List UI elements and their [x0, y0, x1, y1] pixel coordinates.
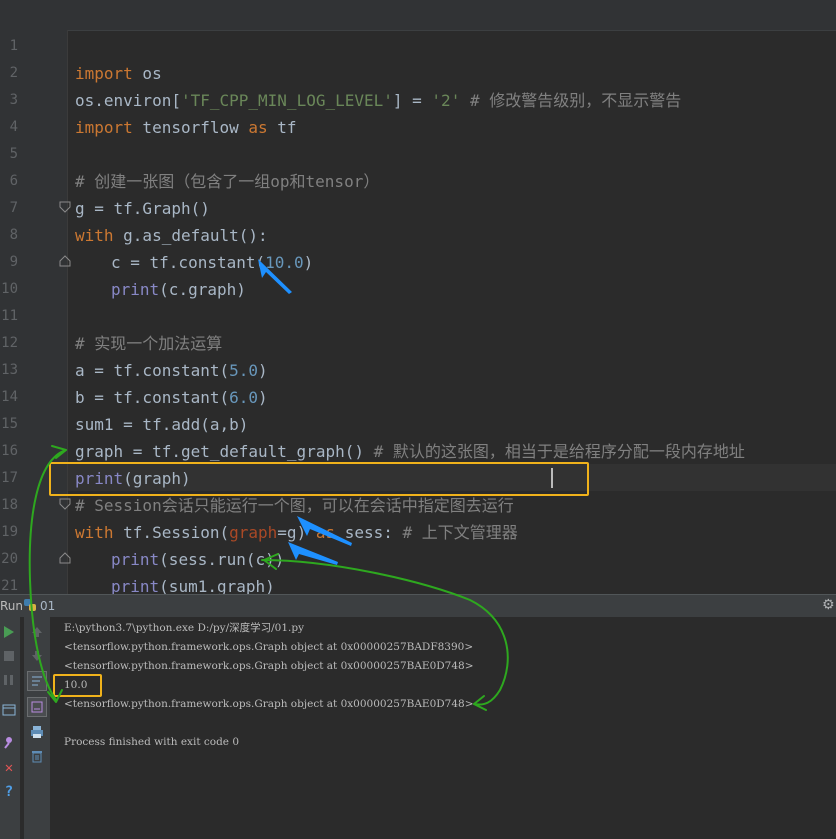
code-line[interactable]: g = tf.Graph()	[0, 168, 836, 218]
code-line[interactable]: with tf.Session(graph=g) as sess: # 上下文管…	[0, 492, 836, 542]
code-text: tf	[267, 118, 297, 137]
console-line: <tensorflow.python.framework.ops.Graph o…	[64, 698, 474, 710]
run-toolbar-primary: ✕ ?	[0, 617, 20, 839]
restore-layout-icon[interactable]	[0, 701, 18, 719]
code-editor[interactable]: 1 2 3 4 5 6 7 8 9 10 11 12 13 14 15 16 17 18 19 20 21 import…	[0, 0, 836, 596]
pause-icon[interactable]	[0, 671, 18, 689]
code-line[interactable]: with g.as_default():	[0, 195, 836, 245]
run-icon[interactable]	[0, 623, 18, 641]
code-line[interactable]: print(sum1.graph)	[0, 546, 836, 596]
python-file-icon	[24, 599, 36, 611]
code-line[interactable]: print(sess.run(c))	[0, 519, 836, 569]
builtin: print	[111, 280, 160, 299]
run-panel-title: Run	[0, 599, 24, 613]
code-line[interactable]: sum1 = tf.add(a,b)	[0, 384, 836, 434]
code-line[interactable]: # 实现一个加法运算	[0, 303, 836, 353]
code-line[interactable]: graph = tf.get_default_graph() # 默认的这张图，…	[0, 411, 836, 461]
annotation-highlight-box	[49, 462, 589, 496]
run-config-name[interactable]: 01	[40, 599, 55, 613]
code-line[interactable]: c = tf.constant(10.0)	[0, 222, 836, 272]
print-icon[interactable]	[28, 723, 46, 741]
trash-icon[interactable]	[28, 747, 46, 765]
run-panel-header: Run 01 ⚙	[0, 594, 836, 617]
code-line[interactable]: # 创建一张图（包含了一组op和tensor）	[0, 141, 836, 191]
arrow-up-icon[interactable]	[28, 623, 46, 641]
code-line[interactable]: print(graph)	[0, 438, 836, 488]
pin-icon[interactable]	[0, 733, 18, 751]
fold-close-icon[interactable]	[59, 255, 71, 267]
console-output[interactable]: E:\python3.7\python.exe D:/py/深度学习/01.py…	[52, 617, 836, 839]
code-line[interactable]: b = tf.constant(6.0)	[0, 357, 836, 407]
arrow-down-icon[interactable]	[28, 647, 46, 665]
close-icon[interactable]: ✕	[0, 759, 18, 777]
console-line: E:\python3.7\python.exe D:/py/深度学习/01.py	[64, 622, 305, 634]
console-line: <tensorflow.python.framework.ops.Graph o…	[64, 660, 474, 672]
code-line[interactable]: os.environ['TF_CPP_MIN_LOG_LEVEL'] = '2'…	[0, 60, 836, 110]
console-line: Process finished with exit code 0	[64, 736, 240, 748]
fold-open-icon[interactable]	[59, 498, 71, 510]
code-text: tensorflow	[132, 118, 249, 137]
console-line: <tensorflow.python.framework.ops.Graph o…	[64, 641, 474, 653]
gear-icon[interactable]: ⚙	[822, 597, 835, 613]
soft-wrap-icon[interactable]	[27, 671, 47, 691]
code-line[interactable]: import tensorflow as tf	[0, 87, 836, 137]
scroll-to-end-icon[interactable]	[27, 697, 47, 717]
stop-icon[interactable]	[0, 647, 18, 665]
editor-tab-bar	[0, 0, 836, 31]
code-line[interactable]: print(c.graph)	[0, 249, 836, 299]
code-text: (c.graph)	[159, 280, 246, 299]
code-line[interactable]: import os	[0, 33, 836, 83]
code-line[interactable]: a = tf.constant(5.0)	[0, 330, 836, 380]
keyword: as	[248, 118, 268, 137]
annotation-highlight-box	[53, 674, 102, 697]
fold-close-icon[interactable]	[59, 552, 71, 564]
run-toolbar-secondary	[24, 617, 50, 839]
help-icon[interactable]: ?	[0, 783, 18, 801]
keyword: import	[75, 118, 133, 137]
fold-open-icon[interactable]	[59, 201, 71, 213]
